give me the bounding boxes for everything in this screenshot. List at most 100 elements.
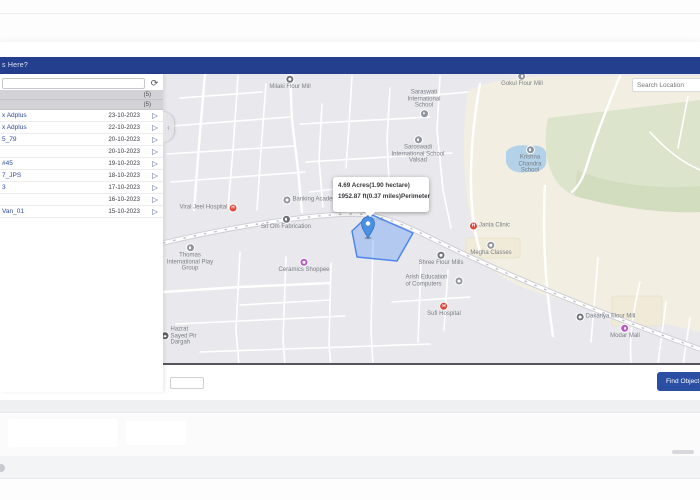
object-name: 3 <box>2 184 94 191</box>
map-basemap <box>163 74 700 365</box>
object-name: 5_79 <box>2 136 94 143</box>
object-list-row[interactable]: x Adplus 23-10-2023 ▷ <box>0 110 163 122</box>
poi-icon <box>519 74 526 80</box>
map-poi[interactable]: Sri Om Fabrication <box>261 216 311 231</box>
object-list-row[interactable]: 20-10-2023 ▷ <box>0 146 163 158</box>
parcel-info-tooltip: 4.69 Acres(1.90 hectare) 1952.87 ft(0.37… <box>333 177 429 212</box>
map-poi[interactable]: Saraswati International School <box>398 89 450 117</box>
map-poi[interactable]: Gokul Flour Mill <box>501 74 543 87</box>
object-list-row[interactable]: x Adplus 22-10-2023 ▷ <box>0 122 163 134</box>
play-icon[interactable]: ▷ <box>149 134 161 145</box>
object-date: 23-10-2023 <box>94 112 140 119</box>
map-search-location-input[interactable] <box>632 78 700 92</box>
app-window: s Here? ⟳ (5) (5) x Adplus 23-10-20 <box>0 42 700 400</box>
object-list-row[interactable]: 7_JPS 18-10-2023 ▷ <box>0 170 163 182</box>
play-icon[interactable]: ▷ <box>149 110 161 121</box>
map-poi[interactable]: Modar Mall <box>610 325 640 340</box>
object-date: 18-10-2023 <box>94 172 140 179</box>
page-divider-top <box>0 13 700 14</box>
map-poi[interactable]: H Sufi Hospital <box>427 303 461 318</box>
map-poi[interactable]: Milaki Flour Mill <box>269 76 310 91</box>
play-icon[interactable]: ▷ <box>149 194 161 205</box>
page: s Here? ⟳ (5) (5) x Adplus 23-10-20 <box>0 0 700 500</box>
play-icon[interactable]: ▷ <box>149 146 161 157</box>
map-canvas[interactable]: Milaki Flour Mill Saraswati Internationa… <box>163 74 700 365</box>
poi-icon <box>415 136 422 143</box>
object-list: x Adplus 23-10-2023 ▷ x Adplus 22-10-202… <box>0 110 163 218</box>
poi-icon: H <box>470 223 477 230</box>
poi-icon: H <box>229 205 236 212</box>
object-list-row[interactable]: 3 17-10-2023 ▷ <box>0 182 163 194</box>
poi-label: Arish Education of Computers <box>406 275 454 288</box>
poi-icon <box>456 278 463 285</box>
poi-label: Hazrat Sayed Pir Dargah <box>171 326 207 346</box>
app-header-bar: s Here? <box>0 57 700 74</box>
faded-bullet-dot <box>0 464 5 472</box>
footer-small-input[interactable] <box>170 377 204 389</box>
object-list-row[interactable]: 16-10-2023 ▷ <box>0 194 163 206</box>
parcel-area-value: 4.69 Acres(1.90 hectare) <box>338 182 424 189</box>
map-poi[interactable]: H Janta Clinic <box>470 223 510 230</box>
object-name: 7_JPS <box>2 172 94 179</box>
object-date: 20-10-2023 <box>94 136 140 143</box>
object-date: 16-10-2023 <box>94 196 140 203</box>
object-group-header[interactable]: (5) <box>0 100 163 110</box>
poi-label: Saraswati International School <box>398 89 450 109</box>
sidebar-search-row: ⟳ <box>0 74 163 90</box>
poi-label: Megha Classes <box>470 250 511 257</box>
play-icon[interactable]: ▷ <box>149 170 161 181</box>
poi-icon-glyph: H <box>472 223 475 230</box>
play-icon[interactable]: ▷ <box>149 206 161 217</box>
object-search-input[interactable] <box>2 78 145 89</box>
map-poi[interactable]: Megha Classes <box>470 242 511 257</box>
play-icon[interactable]: ▷ <box>149 158 161 169</box>
poi-icon <box>421 110 428 117</box>
map-poi[interactable]: Shree Flour Mills <box>418 252 463 267</box>
poi-label: Krishna Chandra School <box>509 154 551 174</box>
object-name: x Adplus <box>2 124 94 131</box>
parcel-perimeter-value: 1952.87 ft(0.37 miles)Perimeter <box>338 193 424 200</box>
poi-label: Thomas International Play Group <box>164 252 216 272</box>
map-poi[interactable]: Arish Education of Computers <box>406 275 463 288</box>
selected-parcel-polygon[interactable] <box>352 214 413 261</box>
map-poi[interactable]: Saroswadi International School Valsad <box>389 136 447 164</box>
map-poi[interactable]: H Viral Jeel Hospital <box>180 205 237 212</box>
map-poi[interactable]: Banking Academy <box>283 197 340 204</box>
object-group-list: (5) (5) <box>0 90 163 110</box>
play-icon[interactable]: ▷ <box>149 182 161 193</box>
map-poi[interactable]: Krishna Chandra School <box>509 146 551 174</box>
poi-icon-glyph: H <box>231 205 234 212</box>
find-object-button[interactable]: Find Object In <box>657 372 700 391</box>
object-list-row[interactable]: Van_01 15-10-2023 ▷ <box>0 206 163 218</box>
poi-icon <box>282 216 289 223</box>
object-name: Van_01 <box>2 208 94 215</box>
object-date: 17-10-2023 <box>94 184 140 191</box>
page-strip-band <box>0 456 700 478</box>
page-content-band <box>0 412 700 456</box>
play-icon[interactable]: ▷ <box>149 122 161 133</box>
map-poi[interactable]: Thomas International Play Group <box>164 244 216 272</box>
map-poi[interactable]: Dakariya Flour Mill <box>577 314 636 321</box>
poi-icon <box>622 325 629 332</box>
object-name: #45 <box>2 160 94 167</box>
sidebar-panel: ⟳ (5) (5) x Adplus 23-10-2023 ▷ x Adplus <box>0 74 163 392</box>
poi-icon <box>283 197 290 204</box>
page-bottom-band <box>0 478 700 500</box>
object-group-header[interactable]: (5) <box>0 90 163 100</box>
poi-icon: H <box>441 303 448 310</box>
poi-icon <box>437 252 444 259</box>
map-poi[interactable]: Ceramics Shoppee <box>278 259 329 274</box>
poi-label: Milaki Flour Mill <box>269 84 310 91</box>
faded-card <box>8 419 118 447</box>
poi-icon <box>301 259 308 266</box>
map-poi[interactable]: Hazrat Sayed Pir Dargah <box>163 326 207 346</box>
object-date: 20-10-2023 <box>94 148 140 155</box>
group-count-badge: (5) <box>144 92 151 98</box>
object-list-row[interactable]: #45 19-10-2023 ▷ <box>0 158 163 170</box>
poi-icon <box>577 314 584 321</box>
app-title: s Here? <box>0 62 28 69</box>
faded-text-bar <box>672 450 694 454</box>
object-list-row[interactable]: 5_79 20-10-2023 ▷ <box>0 134 163 146</box>
refresh-icon[interactable]: ⟳ <box>148 77 161 89</box>
poi-label: Janta Clinic <box>479 223 510 230</box>
